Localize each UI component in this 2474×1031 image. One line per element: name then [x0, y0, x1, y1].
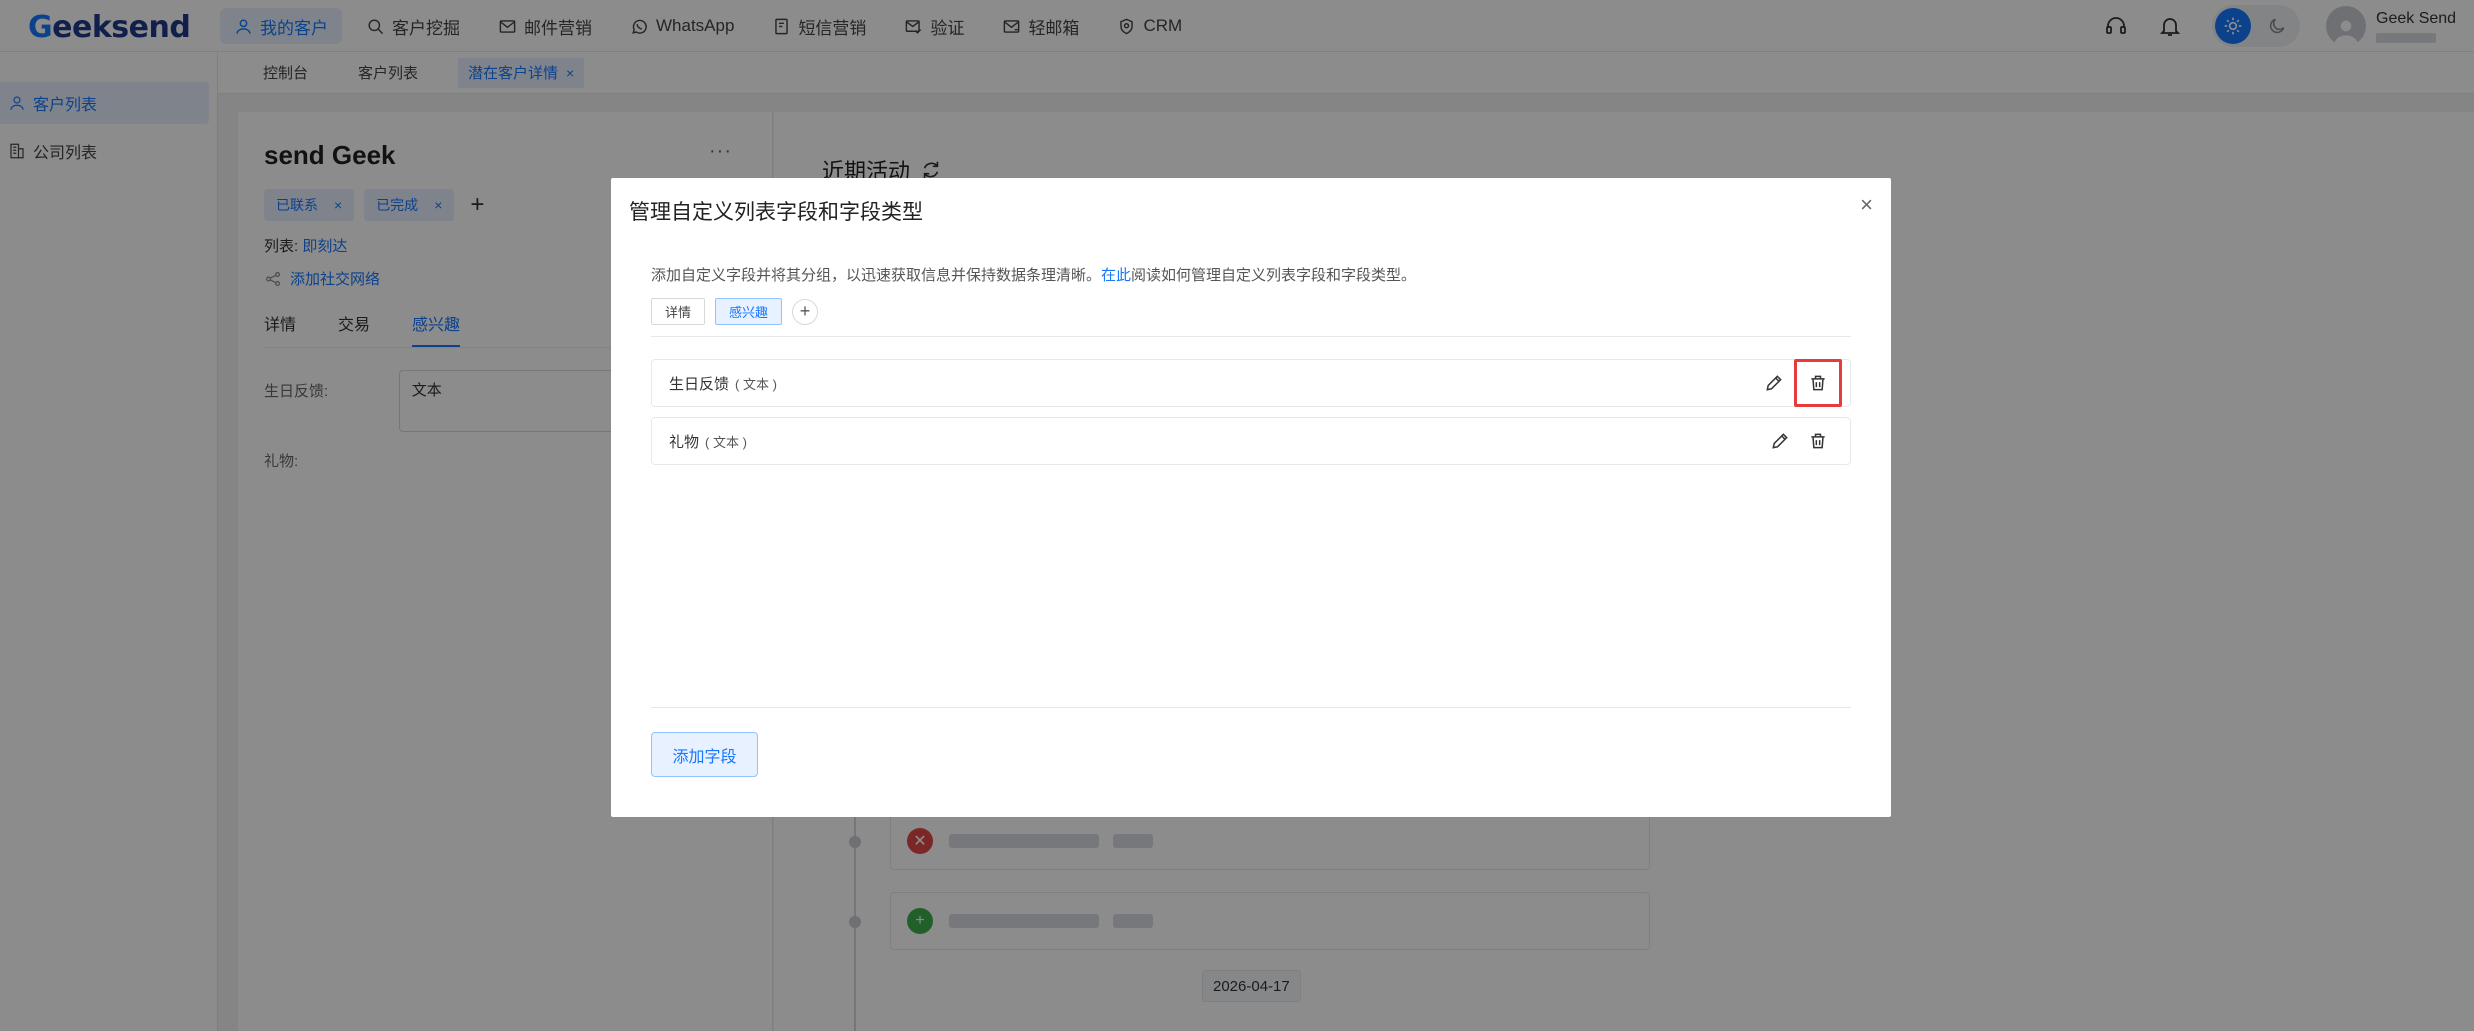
field-actions	[1754, 359, 1842, 407]
manage-fields-modal: 管理自定义列表字段和字段类型 × 添加自定义字段并将其分组，以迅速获取信息并保持…	[611, 178, 1891, 817]
field-name: 生日反馈	[669, 375, 730, 393]
custom-field-row: 生日反馈 ( 文本 )	[651, 359, 1851, 407]
field-actions	[1760, 418, 1842, 464]
add-group-button[interactable]: +	[792, 298, 819, 325]
close-icon[interactable]: ×	[1860, 192, 1873, 218]
delete-field-button[interactable]	[1794, 359, 1842, 407]
field-type: ( 文本 )	[705, 434, 747, 450]
trash-icon	[1811, 375, 1825, 391]
pencil-icon	[1766, 375, 1782, 391]
field-type: ( 文本 )	[735, 376, 777, 392]
pencil-icon	[1772, 433, 1788, 449]
delete-field-button[interactable]	[1800, 423, 1836, 459]
edit-field-button[interactable]	[1762, 423, 1798, 459]
custom-field-row: 礼物 ( 文本 )	[651, 417, 1851, 465]
field-group-tabs: 详情 感兴趣 +	[651, 298, 819, 325]
edit-field-button[interactable]	[1756, 365, 1792, 401]
field-name: 礼物	[669, 433, 700, 451]
divider	[651, 336, 1851, 337]
modal-description: 添加自定义字段并将其分组，以迅速获取信息并保持数据条理清晰。在此阅读如何管理自定…	[651, 267, 1417, 284]
group-tab-interested[interactable]: 感兴趣	[715, 298, 783, 325]
modal-title: 管理自定义列表字段和字段类型	[629, 201, 923, 224]
divider	[651, 707, 1851, 708]
trash-icon	[1811, 433, 1825, 449]
group-tab-details[interactable]: 详情	[651, 298, 706, 325]
help-link[interactable]: 在此	[1101, 267, 1131, 284]
add-field-button[interactable]: 添加字段	[651, 732, 758, 777]
